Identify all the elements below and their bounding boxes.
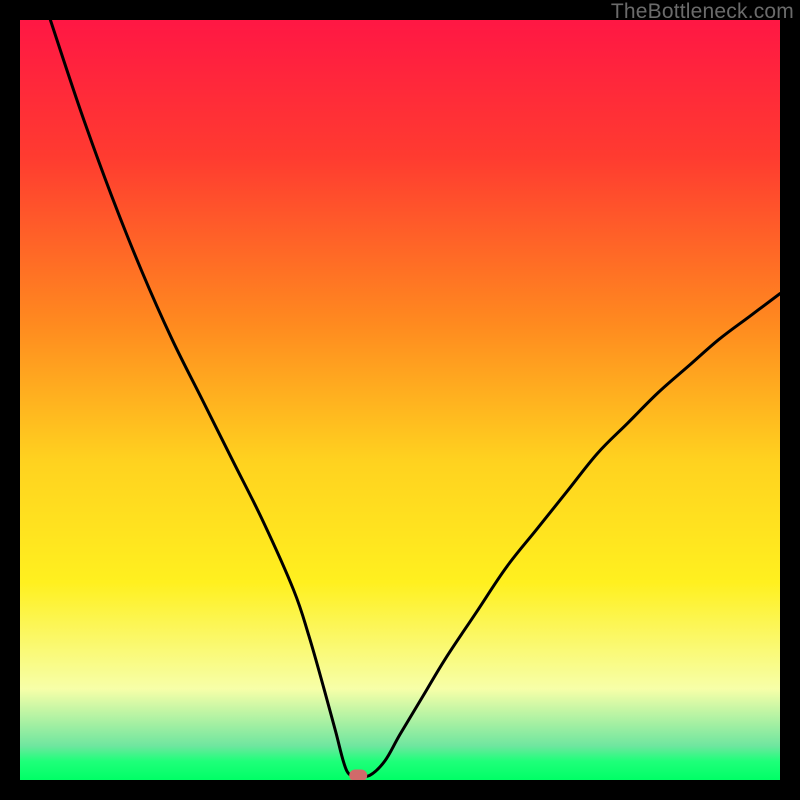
chart-frame: TheBottleneck.com <box>0 0 800 800</box>
plot-area <box>20 20 780 780</box>
gradient-background <box>20 20 780 780</box>
minimum-marker <box>349 769 367 780</box>
chart-svg <box>20 20 780 780</box>
watermark-text: TheBottleneck.com <box>611 0 794 24</box>
